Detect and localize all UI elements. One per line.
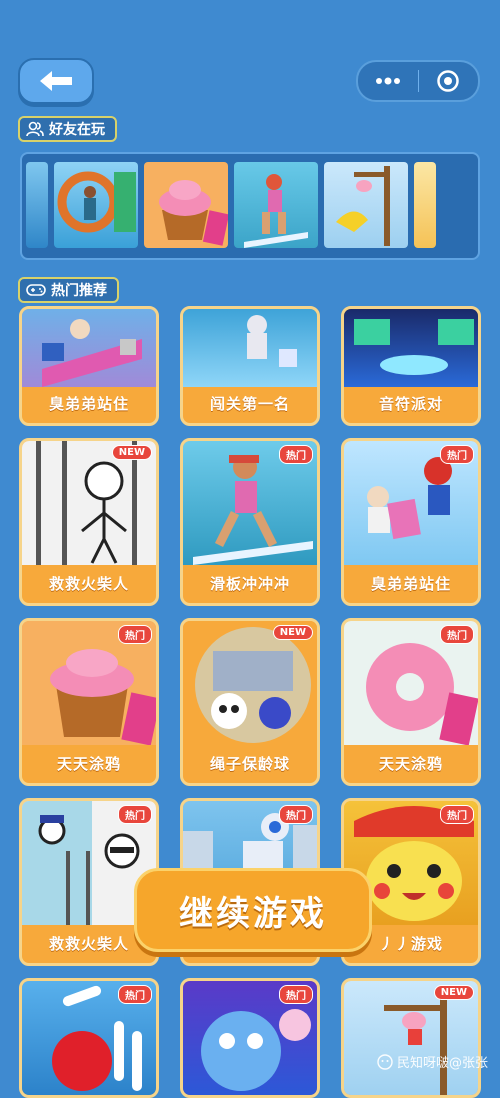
game-name: 音符派对: [378, 394, 443, 413]
game-name: 滑板冲冲冲: [209, 574, 290, 593]
more-button[interactable]: [358, 77, 418, 85]
friends-games-strip[interactable]: [20, 152, 480, 260]
back-button[interactable]: [18, 58, 94, 104]
game-card[interactable]: NEW: [341, 978, 481, 1098]
game-name: 闯关第一名: [209, 394, 290, 413]
hot-badge: 热门: [118, 625, 152, 644]
game-card[interactable]: NEW 绳子保龄球: [180, 618, 320, 786]
game-name: 绳子保龄球: [209, 754, 290, 773]
hot-badge: 热门: [279, 985, 313, 1004]
game-card[interactable]: 闯关第一名: [180, 306, 320, 426]
friend-game-thumb[interactable]: [234, 162, 318, 248]
friend-game-thumb[interactable]: [26, 162, 48, 248]
new-badge: NEW: [272, 625, 313, 640]
game-name: 天天涂鸦: [378, 754, 443, 773]
game-name: 臭弟弟站住: [48, 394, 129, 413]
watermark: 民知呀啵@张张: [377, 1052, 488, 1071]
game-card[interactable]: 热门: [180, 978, 320, 1098]
hot-badge: 热门: [279, 805, 313, 824]
hot-badge: 热门: [118, 805, 152, 824]
hot-badge: 热门: [118, 985, 152, 1004]
game-card[interactable]: NEW 救救火柴人: [19, 438, 159, 606]
new-badge: NEW: [111, 445, 152, 460]
game-card[interactable]: 热门 滑板冲冲冲: [180, 438, 320, 606]
game-card[interactable]: 音符派对: [341, 306, 481, 426]
game-card[interactable]: 热门 天天涂鸦: [19, 618, 159, 786]
wechat-channel-icon: [377, 1053, 393, 1070]
friend-game-thumb[interactable]: [54, 162, 138, 248]
gamepad-icon: [26, 284, 46, 296]
game-name: 救救火柴人: [48, 574, 129, 593]
new-badge: NEW: [433, 985, 474, 1000]
target-circle-icon: [437, 70, 459, 92]
game-card[interactable]: 臭弟弟站住: [19, 306, 159, 426]
arrow-left-icon: [40, 71, 72, 91]
friend-game-thumb[interactable]: [144, 162, 228, 248]
game-name: 臭弟弟站住: [370, 574, 451, 593]
friends-icon: [26, 121, 44, 137]
game-name: 天天涂鸦: [56, 754, 121, 773]
hot-badge: 热门: [440, 805, 474, 824]
friend-game-thumb[interactable]: [324, 162, 408, 248]
close-button[interactable]: [419, 69, 479, 93]
friends-section-title: 好友在玩: [49, 122, 105, 138]
game-card[interactable]: 热门: [19, 978, 159, 1098]
hot-section-title: 热门推荐: [51, 283, 107, 299]
friends-section-label: 好友在玩: [18, 116, 117, 142]
watermark-text: 民知呀啵@张张: [396, 1056, 488, 1071]
friend-game-thumb[interactable]: [414, 162, 436, 248]
game-card[interactable]: 热门 臭弟弟站住: [341, 438, 481, 606]
hot-badge: 热门: [440, 445, 474, 464]
game-card[interactable]: 热门 天天涂鸦: [341, 618, 481, 786]
continue-game-button[interactable]: 继续游戏: [134, 868, 372, 952]
mini-program-capsule: [356, 60, 480, 102]
hot-section-label: 热门推荐: [18, 277, 119, 303]
hot-badge: 热门: [279, 445, 313, 464]
hot-badge: 热门: [440, 625, 474, 644]
more-dots-icon: [375, 77, 400, 85]
